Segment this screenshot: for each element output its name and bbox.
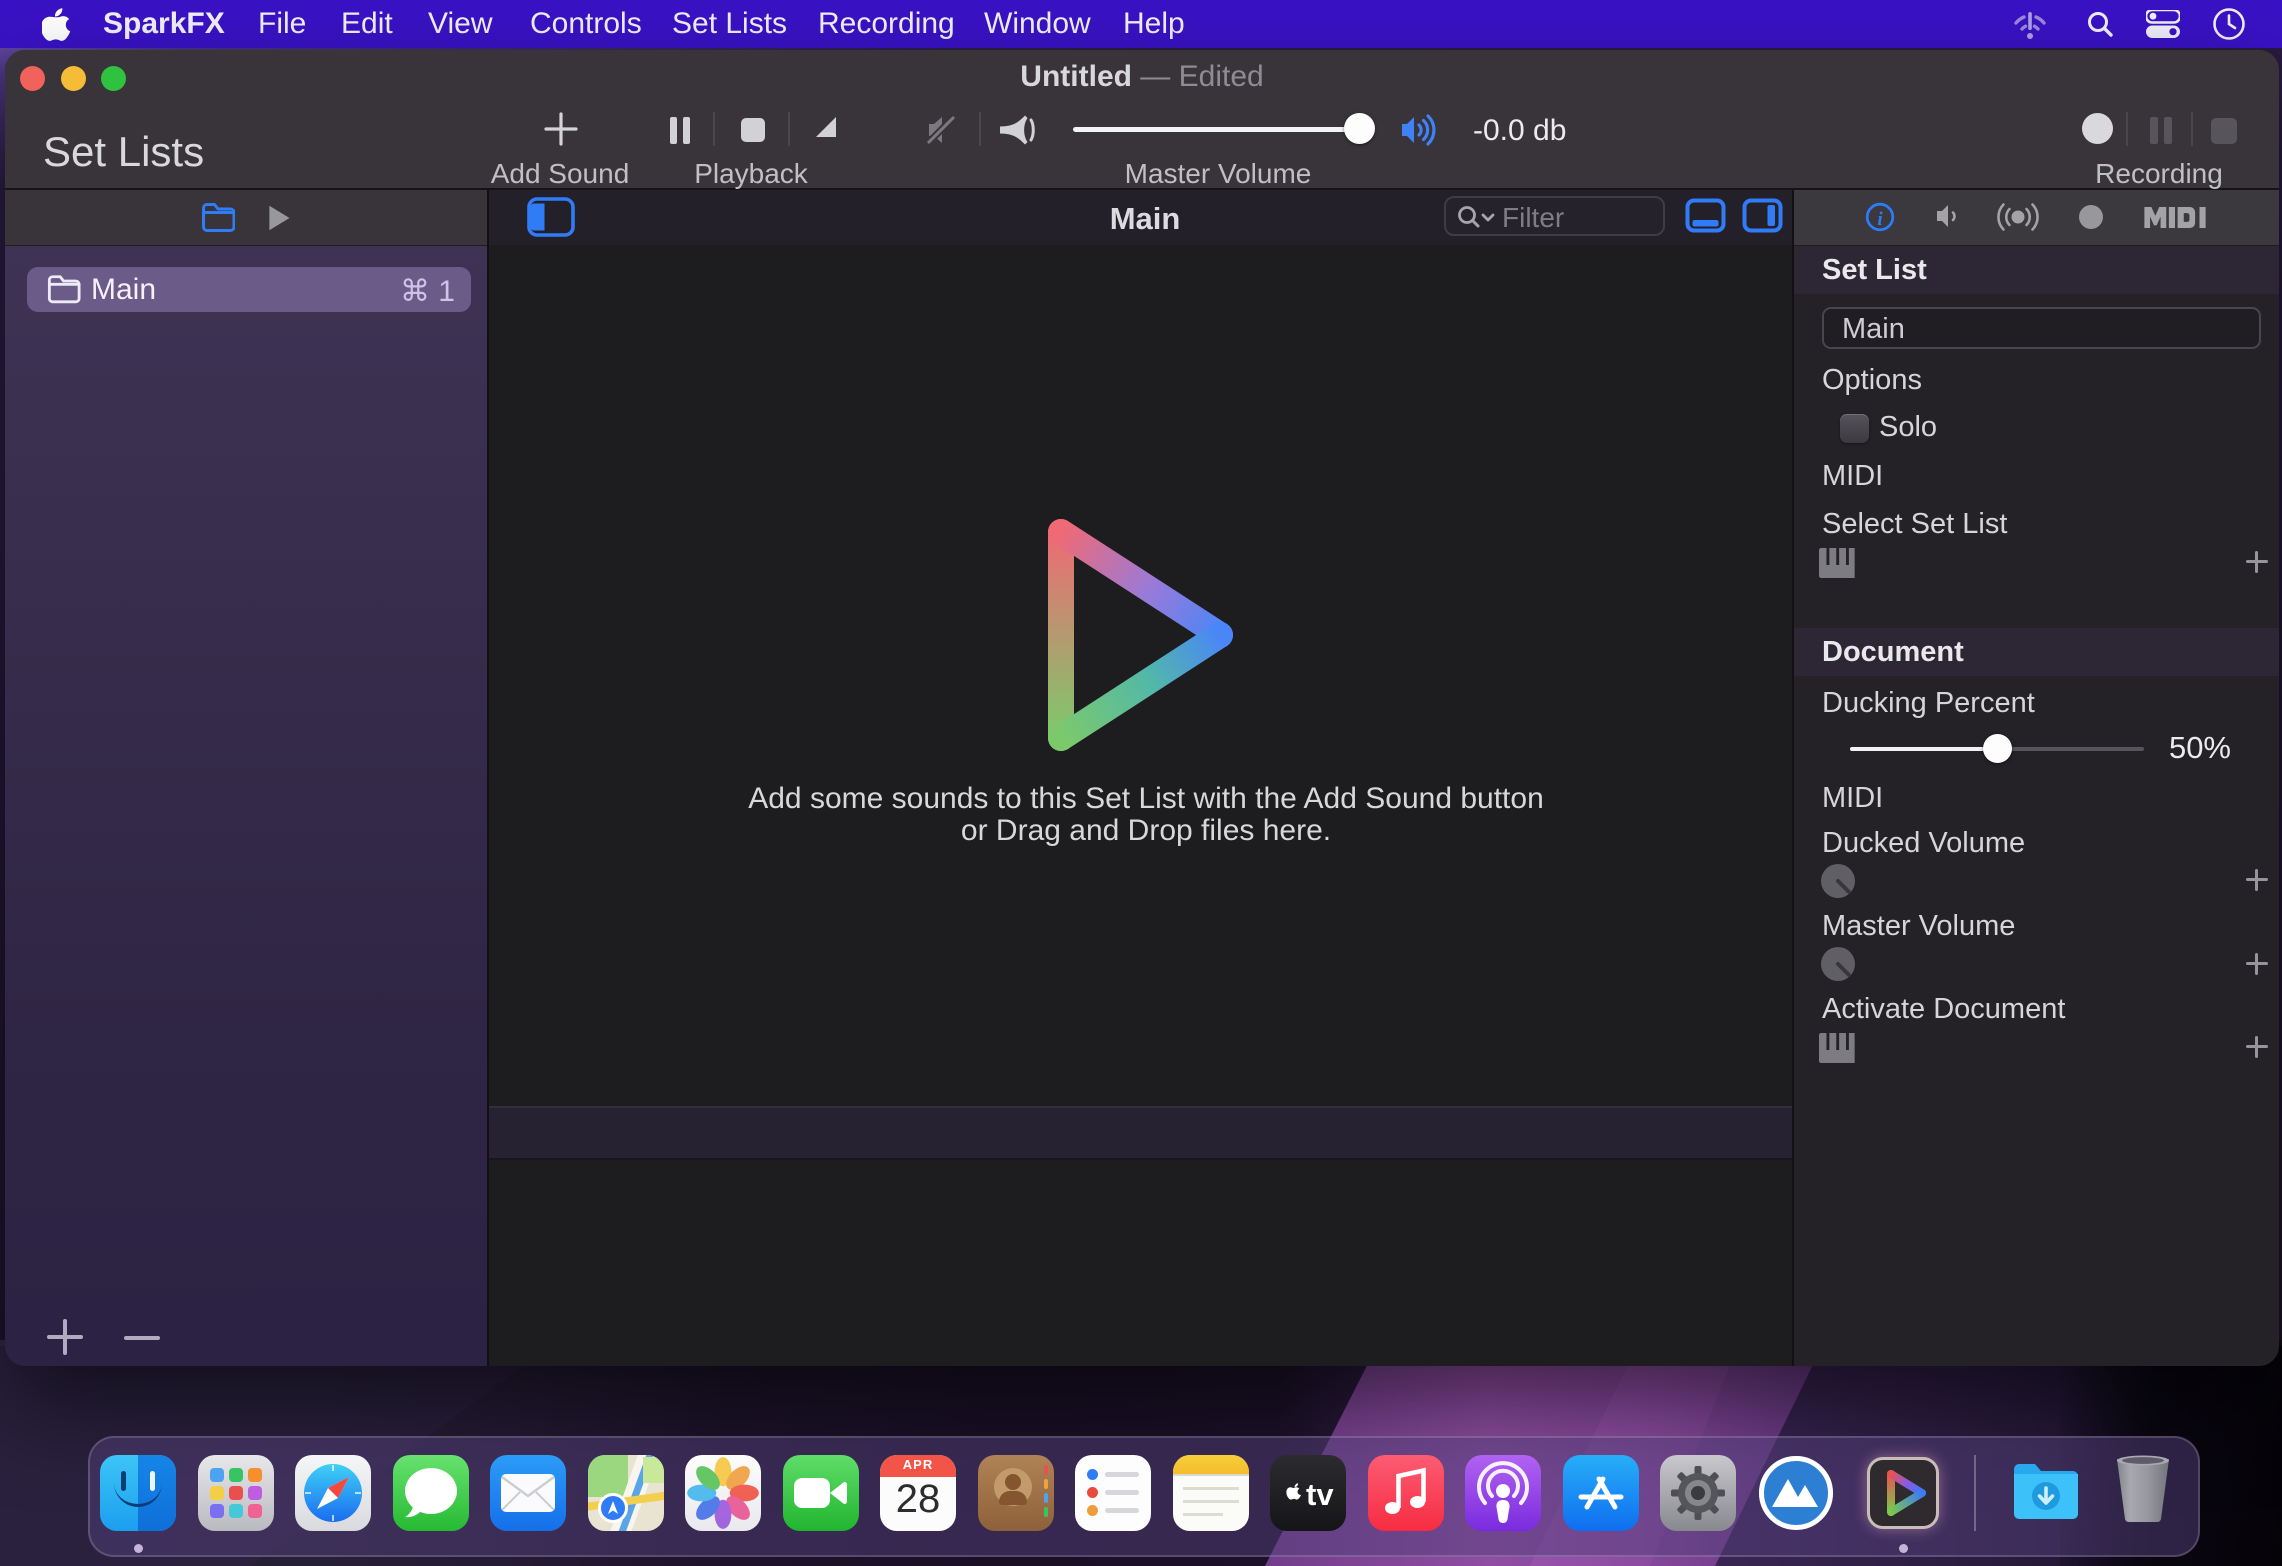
svg-text:i: i (1877, 209, 1883, 230)
